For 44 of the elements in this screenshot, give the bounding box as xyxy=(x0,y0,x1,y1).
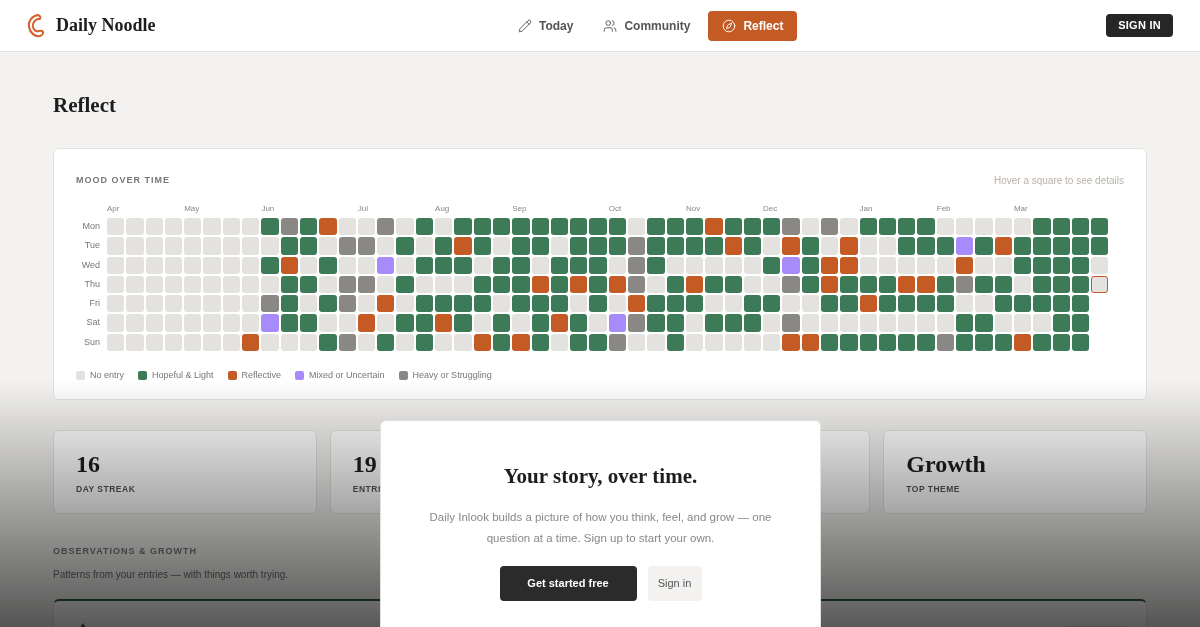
day-label: Mon xyxy=(82,220,100,233)
legend-label: Heavy or Struggling xyxy=(412,369,492,383)
stat-label: ENTRI xyxy=(352,483,381,496)
legend-label: Reflective xyxy=(241,369,282,383)
month-label: Jan xyxy=(859,204,873,214)
get-started-button[interactable]: Get started free xyxy=(499,565,637,601)
month-label: Mar xyxy=(1013,204,1028,214)
stat-value: 16 xyxy=(76,450,100,479)
legend-label: Hopeful & Light xyxy=(152,369,214,383)
month-label: Jun xyxy=(261,204,275,214)
section-subtitle: Patterns from your entries — with things worth trying. xyxy=(53,567,289,582)
day-label: Fri xyxy=(89,297,100,311)
nav-tab[interactable]: Today xyxy=(506,10,586,41)
month-label: Apr xyxy=(107,204,120,214)
month-label: Jul xyxy=(357,204,369,214)
day-label: Tue xyxy=(84,239,100,253)
dialog-text: Daily Inlook builds a picture of how you think, feel, and grow — one question at a time. Sign up to start your own. xyxy=(428,509,773,546)
hint-text: Hover a square to see details xyxy=(993,174,1124,188)
day-label: Thu xyxy=(84,277,100,291)
dialog-title: Your story, over time. xyxy=(503,463,698,490)
day-label: Wed xyxy=(81,258,100,272)
month-label: Aug xyxy=(435,204,450,214)
day-label: Sat xyxy=(86,316,100,330)
stat-value: Growth xyxy=(906,450,986,479)
sign-in-button[interactable]: SIGN IN xyxy=(1106,14,1173,37)
nav-tab[interactable]: Community xyxy=(591,10,703,41)
nav-tab[interactable]: Reflect xyxy=(708,10,798,41)
month-label: Nov xyxy=(685,204,701,214)
month-label: May xyxy=(184,204,200,214)
legend-label: Mixed or Uncertain xyxy=(309,369,385,383)
stat-value: 19 xyxy=(352,450,377,479)
legend-label: No entry xyxy=(90,369,124,383)
card-title: MOOD OVER TIME xyxy=(76,173,170,187)
month-label: Sep xyxy=(512,204,527,214)
day-label: Sun xyxy=(84,335,100,349)
stat-label: TOP THEME xyxy=(906,483,961,496)
month-label: Dec xyxy=(763,204,778,214)
sign-in-link-button[interactable]: Sign in xyxy=(647,565,702,601)
brand-name: Daily Noodle xyxy=(56,14,156,37)
month-label: Oct xyxy=(608,204,622,214)
stat-label: DAY STREAK xyxy=(76,483,136,496)
section-heading: OBSERVATIONS & GROWTH xyxy=(53,545,197,558)
month-label: Feb xyxy=(936,204,951,214)
page-title: Reflect xyxy=(53,92,117,118)
